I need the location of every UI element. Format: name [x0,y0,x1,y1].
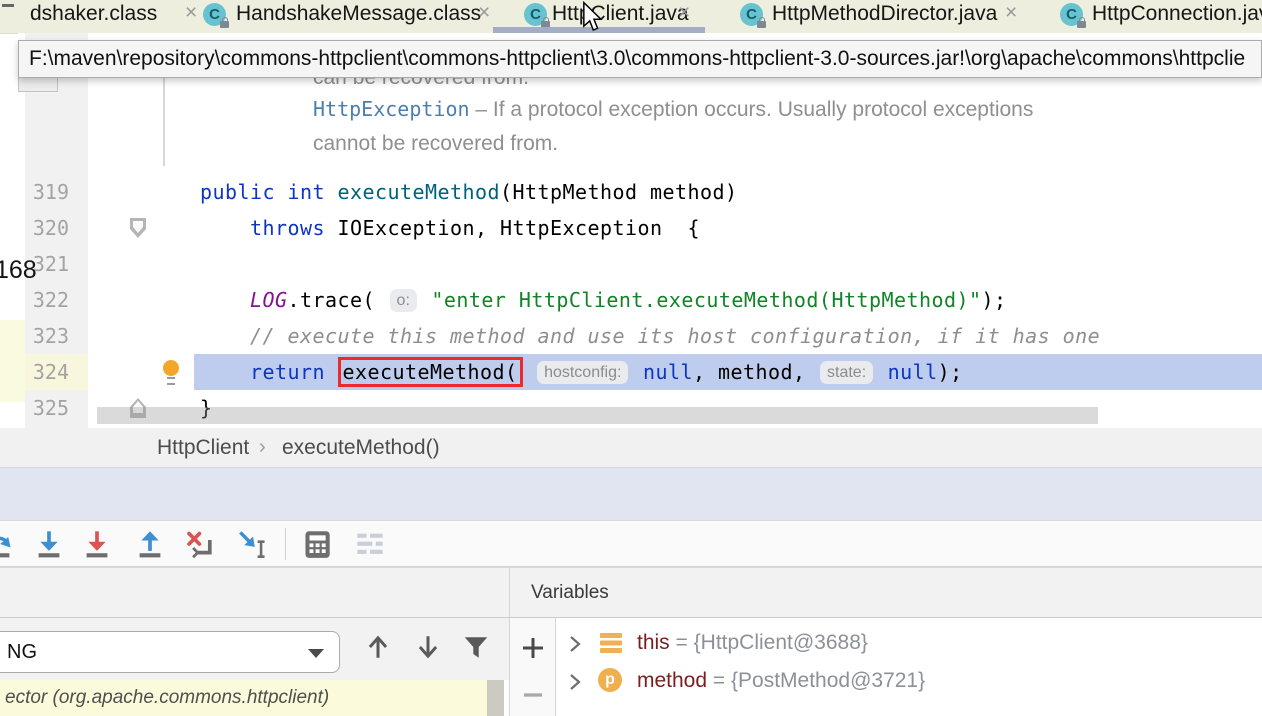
code-text: public int executeMethod(HttpMethod meth… [200,174,738,210]
breadcrumb-method[interactable]: executeMethod() [282,428,440,467]
tab-httpmethoddirector-java[interactable]: HttpMethodDirector.java [772,0,997,28]
highlighted-call-redbox: executeMethod( [338,357,523,387]
this-fields-icon [600,633,622,638]
code-text: // execute this method and use its host … [200,318,1100,354]
parameter-icon: p [598,668,622,692]
drop-frame-icon[interactable] [185,529,215,559]
edge-fragment-number: 168 [0,256,37,285]
code-line-321[interactable]: 321 [18,246,1262,282]
frame-down-icon[interactable] [414,633,442,661]
filter-funnel-icon[interactable] [462,633,490,661]
variable-name: method [637,669,707,692]
debug-panel-header: Variables [0,567,1262,618]
chevron-down-icon [308,649,324,658]
variables-tree: this = {HttpClient@3688} p method = {Pos… [556,618,1262,716]
variable-row-this[interactable]: this = {HttpClient@3688} [556,624,1262,662]
remove-watch-icon[interactable] [522,690,544,700]
trace-streams-icon [355,529,385,559]
class-file-icon: C [1060,3,1083,26]
stack-frame-label: ector (org.apache.commons.httpclient) [5,680,329,716]
chevron-right-icon[interactable] [568,673,582,691]
parameter-hint-chip: o: [390,289,417,312]
toolbar-separator [285,528,286,560]
step-over-icon[interactable] [0,529,14,559]
thread-dropdown-value: NG [7,632,37,672]
close-icon[interactable] [1005,0,1017,28]
line-number: 325 [25,390,69,426]
breadcrumb-class[interactable]: HttpClient [157,428,249,467]
variable-value: {PostMethod@3721} [731,669,925,692]
code-editor[interactable]: can be recovered from. HttpException – I… [18,33,1262,428]
thread-dropdown[interactable]: NG [0,631,340,673]
code-text: return executeMethod( hostconfig: null, … [200,354,963,391]
add-watch-icon[interactable] [520,635,546,661]
lock-icon [1077,21,1086,28]
lock-icon [220,21,229,28]
frame-up-icon[interactable] [364,633,392,661]
class-file-icon: C [203,3,226,26]
line-number: 324 [25,354,69,390]
intention-bulb-icon[interactable] [163,360,179,376]
code-text: LOG.trace( o: "enter HttpClient.executeM… [200,282,1006,319]
line-number: 320 [25,210,69,246]
file-path-text: F:\maven\repository\commons-httpclient\c… [29,41,1245,77]
file-path-bar: F:\maven\repository\commons-httpclient\c… [18,40,1262,78]
debugger-bottom-panel: NG ector (org.apache.commons.httpclient) [0,618,1262,716]
line-number: 323 [25,318,69,354]
code-line-322[interactable]: 322 LOG.trace( o: "enter HttpClient.exec… [18,282,1262,318]
stack-frame-row[interactable]: ector (org.apache.commons.httpclient) [0,680,487,716]
debugger-step-toolbar [0,520,1262,567]
variables-panel-title[interactable]: Variables [531,568,609,617]
javadoc-exception-line: HttpException – If a protocol exception … [313,97,1033,122]
code-line-320[interactable]: 320 throws IOException, HttpException { [18,210,1262,246]
pathbar-remnant [18,77,58,92]
javadoc-text: cannot be recovered from. [313,132,558,156]
run-to-cursor-icon[interactable] [238,529,268,559]
variable-name: this [637,631,670,654]
fold-marker-down-icon[interactable] [130,218,146,238]
httpexception-link[interactable]: HttpException [313,97,470,121]
watch-buttons-strip [509,618,556,716]
close-icon[interactable] [185,0,197,28]
parameter-hint-chip: state: [820,361,873,384]
tab-handshakemessage-class[interactable]: HandshakeMessage.class [236,0,481,28]
step-out-icon[interactable] [135,529,165,559]
code-line-319[interactable]: 319 public int executeMethod(HttpMethod m… [18,174,1262,210]
force-step-into-icon[interactable] [82,529,112,559]
tab-dshaker-class[interactable]: dshaker.class [30,0,157,28]
step-into-icon[interactable] [34,529,64,559]
class-file-icon: C [740,3,763,26]
evaluate-expression-icon[interactable] [302,529,332,559]
mouse-cursor [581,1,603,32]
javadoc-indent-line [163,78,165,166]
variable-value: {HttpClient@3688} [694,631,868,654]
horizontal-scrollbar-thumb[interactable] [97,407,1098,424]
class-file-icon: C [524,3,547,26]
splitter-dash [2,4,14,7]
line-number: 322 [25,282,69,318]
frames-scrollbar-thumb[interactable] [487,680,504,716]
variable-row-method[interactable]: p method = {PostMethod@3721} [556,662,1262,700]
frames-list: ector (org.apache.commons.httpclient) [0,680,509,716]
chevron-right-icon: › [259,428,266,467]
parameter-hint-chip: hostconfig: [537,361,628,384]
close-icon[interactable] [478,0,490,28]
code-line-323[interactable]: 323 // execute this method and use its h… [18,318,1262,354]
tab-httpclient-java[interactable]: HttpClient.java [552,0,689,28]
code-text: throws IOException, HttpException { [200,210,700,246]
line-number: 319 [25,174,69,210]
frames-toolbar: NG [0,618,509,680]
edge-fragment-highlight [0,320,25,402]
tab-httpconnection-java[interactable]: HttpConnection.jav [1092,0,1262,28]
lock-icon [757,21,766,28]
debug-panel-gap [0,468,1262,520]
breadcrumb: HttpClient › executeMethod() [0,428,1262,468]
editor-tab-bar: dshaker.class C HandshakeMessage.class C… [0,0,1262,34]
close-icon[interactable] [678,0,690,28]
code-line-324[interactable]: 324 return executeMethod( hostconfig: nu… [18,354,1262,390]
chevron-right-icon[interactable] [568,635,582,653]
panel-separator [509,568,510,617]
